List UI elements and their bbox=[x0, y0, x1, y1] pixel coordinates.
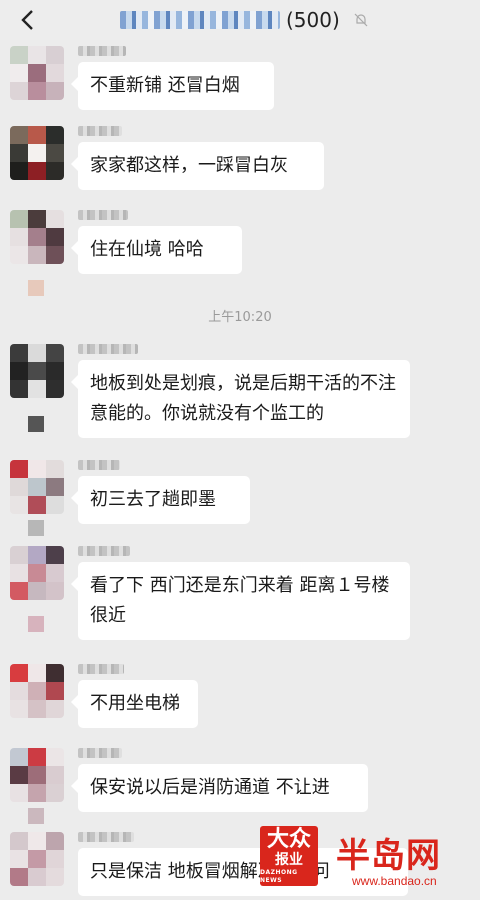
sender-name-blurred bbox=[78, 664, 124, 674]
avatar-fragment bbox=[28, 808, 44, 824]
message-bubble[interactable]: 家家都这样，一踩冒白灰 bbox=[71, 142, 324, 190]
avatar[interactable] bbox=[10, 748, 64, 802]
timestamp: 上午10:20 bbox=[208, 310, 272, 325]
watermark-url: www.bandao.cn bbox=[352, 874, 437, 888]
message-bubble[interactable]: 不重新铺 还冒白烟 bbox=[71, 62, 274, 110]
logo-line-2: 报业 bbox=[275, 852, 303, 868]
message-bubble[interactable]: 不用坐电梯 bbox=[71, 680, 198, 728]
avatar-fragment bbox=[28, 416, 44, 432]
chevron-left-icon bbox=[21, 10, 33, 30]
avatar-fragment bbox=[28, 616, 44, 632]
logo-line-3: DAZHONG NEWS bbox=[260, 869, 298, 884]
avatar-fragment bbox=[28, 280, 44, 296]
sender-name-blurred bbox=[78, 832, 134, 842]
avatar-fragment bbox=[28, 520, 44, 536]
avatar[interactable] bbox=[10, 546, 64, 600]
back-button[interactable] bbox=[14, 7, 40, 33]
logo-line-1: 大众 bbox=[266, 826, 311, 852]
sender-name-blurred bbox=[78, 546, 130, 556]
avatar[interactable] bbox=[10, 210, 64, 264]
sender-name-blurred bbox=[78, 748, 122, 758]
sender-name-blurred bbox=[78, 460, 120, 470]
avatar[interactable] bbox=[10, 664, 64, 718]
chat-title: (500) bbox=[120, 8, 368, 32]
message-bubble[interactable]: 看了下 西门还是东门来着 距离１号楼很近 bbox=[71, 562, 410, 640]
message-bubble[interactable]: 地板到处是划痕，说是后期干活的不注意能的。你说就没有个监工的 bbox=[71, 360, 410, 438]
bell-muted-icon bbox=[354, 13, 368, 27]
message-bubble[interactable]: 住在仙境 哈哈 bbox=[71, 226, 242, 274]
sender-name-blurred bbox=[78, 210, 128, 220]
sender-name-blurred bbox=[78, 126, 122, 136]
avatar[interactable] bbox=[10, 460, 64, 514]
chat-header: (500) bbox=[0, 0, 480, 40]
avatar[interactable] bbox=[10, 344, 64, 398]
message-bubble[interactable]: 初三去了趟即墨 bbox=[71, 476, 250, 524]
chat-screen: (500) 不重新铺 还冒白烟 家家都这样，一踩冒白灰 住在仙境 哈哈 上午10… bbox=[0, 0, 480, 900]
dazhong-news-logo: 大众 报业 DAZHONG NEWS bbox=[260, 826, 318, 886]
avatar[interactable] bbox=[10, 46, 64, 100]
sender-name-blurred bbox=[78, 344, 138, 354]
member-count: (500) bbox=[286, 8, 340, 32]
bandao-brand-watermark: 半岛网 bbox=[336, 836, 441, 876]
avatar[interactable] bbox=[10, 832, 64, 886]
group-name-blurred bbox=[120, 11, 280, 29]
message-bubble[interactable]: 保安说以后是消防通道 不让进 bbox=[71, 764, 368, 812]
avatar[interactable] bbox=[10, 126, 64, 180]
sender-name-blurred bbox=[78, 46, 126, 56]
